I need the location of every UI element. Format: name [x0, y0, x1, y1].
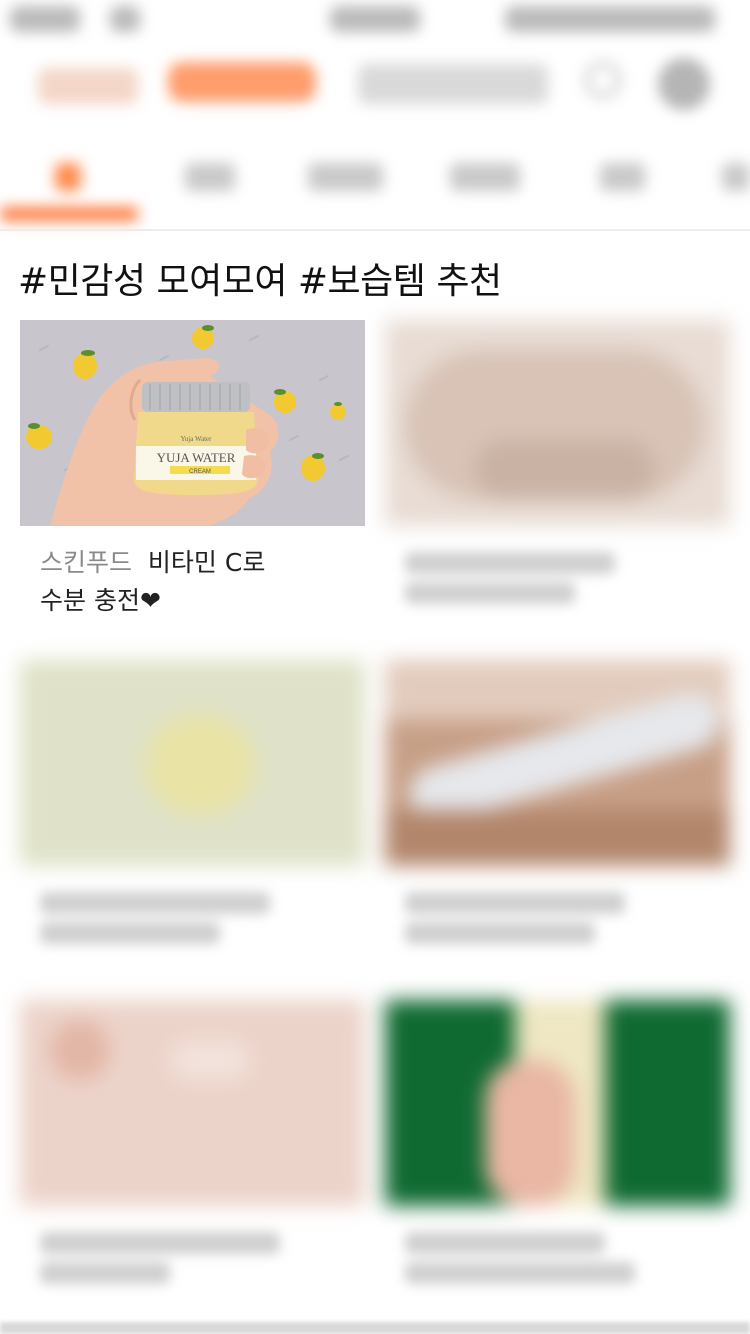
product-title-line2: 수분 충전❤ — [40, 586, 161, 615]
product-image[interactable] — [385, 660, 730, 866]
product-title-line1: 비타민 C로 — [147, 548, 266, 577]
tab-4[interactable] — [450, 163, 520, 191]
product-card-3[interactable] — [20, 660, 365, 960]
status-bar — [0, 0, 750, 40]
product-image[interactable] — [20, 660, 365, 866]
tab-3[interactable] — [308, 163, 383, 191]
product-caption[interactable] — [405, 544, 715, 612]
status-indicators — [330, 6, 420, 32]
bottom-edge — [0, 1322, 750, 1334]
product-card-2[interactable] — [385, 320, 730, 620]
active-tab-indicator — [0, 207, 138, 221]
product-label-main: YUJA WATER — [157, 450, 236, 465]
status-battery — [505, 6, 715, 32]
product-caption[interactable] — [40, 1224, 350, 1292]
search-icon[interactable] — [585, 62, 621, 98]
status-icon — [110, 6, 140, 32]
category-tabs — [0, 135, 750, 230]
tabs-divider — [0, 229, 750, 231]
status-time — [10, 6, 80, 32]
search-input[interactable] — [358, 64, 548, 104]
section-title: #민감성 모여모여 #보습템 추천 — [18, 261, 502, 302]
product-caption[interactable] — [405, 884, 715, 952]
product-image[interactable]: Yuja Water YUJA WATER CREAM — [20, 320, 365, 526]
product-caption[interactable] — [40, 884, 350, 952]
product-caption[interactable]: 스킨푸드 비타민 C로 수분 충전❤ — [40, 544, 350, 620]
product-image[interactable] — [385, 320, 730, 526]
user-icon[interactable] — [658, 58, 710, 110]
product-card-featured[interactable]: Yuja Water YUJA WATER CREAM 스킨푸드 비타민 C로 … — [20, 320, 365, 620]
product-caption[interactable] — [405, 1224, 715, 1292]
product-label-sub: CREAM — [189, 469, 211, 475]
tab-5[interactable] — [600, 163, 645, 191]
product-image[interactable] — [20, 1000, 365, 1206]
logo[interactable] — [38, 68, 138, 104]
app-header — [0, 40, 750, 135]
service-badge[interactable] — [168, 62, 316, 102]
product-card-5[interactable] — [20, 1000, 365, 1300]
product-card-6[interactable] — [385, 1000, 730, 1300]
product-brand: 스킨푸드 — [40, 548, 133, 577]
tab-2[interactable] — [185, 163, 235, 191]
tab-home[interactable] — [55, 163, 81, 191]
product-image[interactable] — [385, 1000, 730, 1206]
product-label-top: Yuja Water — [181, 435, 213, 443]
tab-6[interactable] — [722, 163, 750, 191]
product-card-4[interactable] — [385, 660, 730, 960]
